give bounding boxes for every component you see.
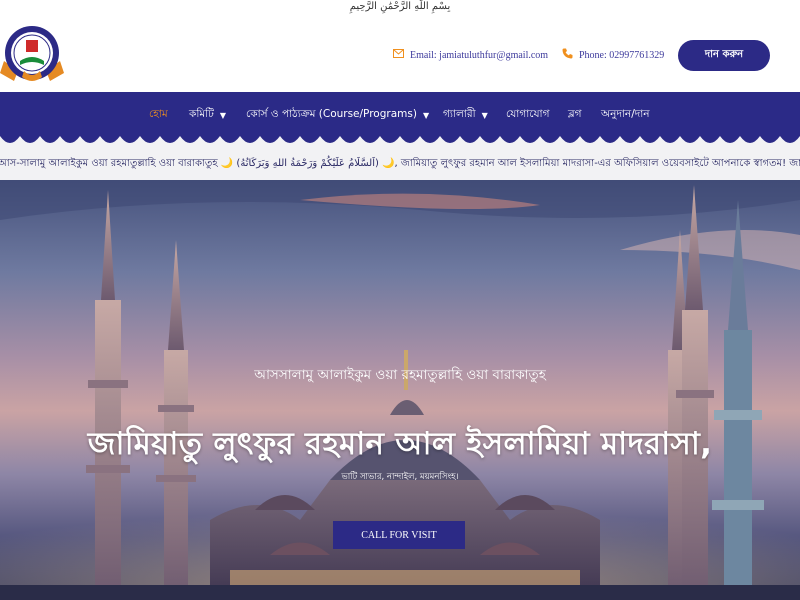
nav-blog-label: ব্লগ <box>568 107 582 120</box>
hero-banner: আসসালামু আলাইকুম ওয়া রহমাতুল্লাহি ওয়া … <box>0 180 800 600</box>
nav-gallery-label: গ্যালারী <box>443 107 476 120</box>
donate-button[interactable]: দান করুন <box>678 40 770 71</box>
envelope-icon <box>393 49 404 61</box>
nav-donation-label: অনুদান/দান <box>601 107 650 120</box>
nav-home-label: হোম <box>149 107 168 120</box>
hero-title: জামিয়াতু লুৎফুর রহমান আল ইসলামিয়া মাদর… <box>87 426 713 462</box>
phone-icon <box>562 48 573 62</box>
chevron-down-icon: ▼ <box>422 110 430 120</box>
nav-committee[interactable]: কমিটি ▼ <box>189 92 226 138</box>
chevron-down-icon: ▼ <box>481 110 488 120</box>
main-navbar: হোম কমিটি ▼ কোর্স ও পাঠ্যক্রম (Course/Pro… <box>0 92 800 138</box>
madrasa-logo[interactable] <box>0 23 64 87</box>
email-text: Email: jamiatuluthfur@gmail.com <box>410 49 549 61</box>
nav-contact-label: যোগাযোগ <box>506 107 550 120</box>
nav-courses[interactable]: কোর্স ও পাঠ্যক্রম (Course/Programs) ▼ <box>246 92 429 138</box>
nav-home[interactable]: হোম <box>149 92 168 138</box>
nav-courses-label: কোর্স ও পাঠ্যক্রম (Course/Programs) <box>246 107 417 120</box>
call-for-visit-button[interactable]: CALL FOR VISIT <box>333 521 465 549</box>
nav-blog[interactable]: ব্লগ <box>568 92 582 138</box>
hero-subtitle: ভাটি সাভার, নান্দাইল, ময়মনসিংহ। <box>341 472 459 482</box>
nav-committee-label: কমিটি <box>189 107 214 120</box>
basmala-text: بِسْمِ اللَّهِ الرَّحْمَٰنِ الرَّحِيمِ <box>349 1 451 12</box>
phone-contact[interactable]: Phone: 02997761329 <box>562 46 664 64</box>
announcement-ticker: আস-সালামু আলাইকুম ওয়া রহমাতুল্লাহি ওয়া… <box>0 148 800 180</box>
nav-contact[interactable]: যোগাযোগ <box>506 92 549 138</box>
chevron-down-icon: ▼ <box>219 110 227 120</box>
ticker-text: আস-সালামু আলাইকুম ওয়া রহমাতুল্লাহি ওয়া… <box>0 158 800 169</box>
hero-greeting: আসসালামু আলাইকুম ওয়া রহমাতুল্লাহি ওয়া … <box>254 367 546 383</box>
nav-gallery[interactable]: গ্যালারী ▼ <box>443 92 488 138</box>
nav-donation[interactable]: অনুদান/দান <box>601 92 650 138</box>
email-contact[interactable]: Email: jamiatuluthfur@gmail.com <box>393 46 548 64</box>
phone-text: Phone: 02997761329 <box>579 49 665 61</box>
